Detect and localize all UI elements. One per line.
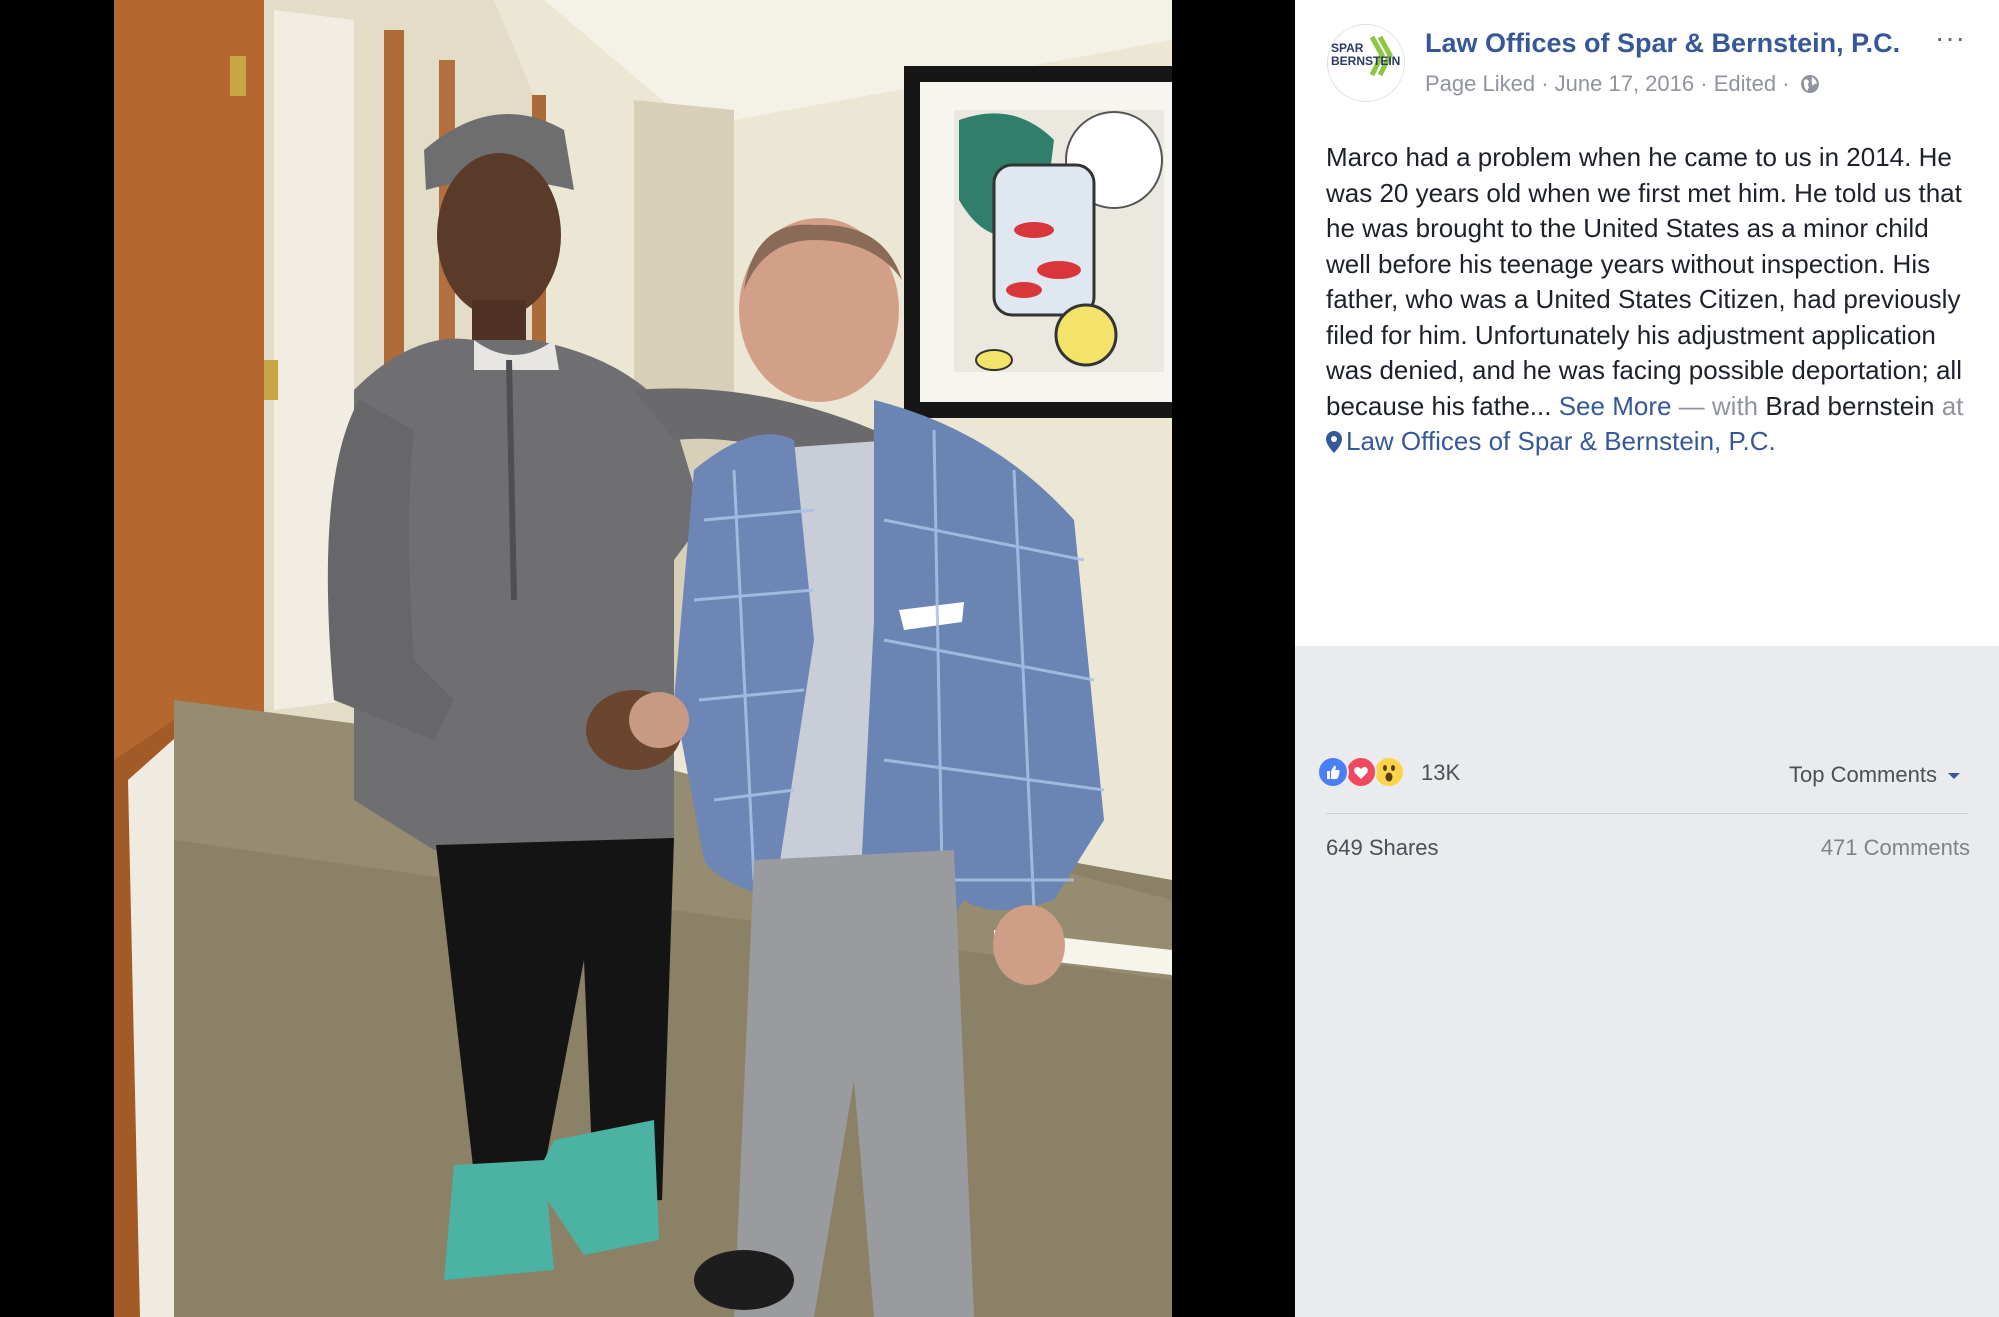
top-comments-label: Top Comments (1789, 762, 1937, 787)
wow-icon (1373, 756, 1405, 788)
like-icon (1317, 756, 1349, 788)
engagement-area (1295, 646, 1999, 1317)
post-meta: Page Liked · June 17, 2016 · Edited · (1425, 70, 1820, 97)
page-liked-status[interactable]: Page Liked (1425, 71, 1535, 96)
reaction-count[interactable]: 13K (1421, 760, 1460, 786)
location-pin-icon (1326, 431, 1342, 453)
post-options-button[interactable]: ··· (1935, 22, 1966, 54)
caret-down-icon (1948, 773, 1961, 780)
post-message: Marco had a problem when he came to us i… (1326, 142, 1962, 421)
meta-separator: · (1776, 71, 1796, 97)
comments-count-link[interactable]: 471 Comments (1821, 835, 1970, 861)
post-photo[interactable] (114, 0, 1172, 1317)
post-date-link[interactable]: June 17, 2016 (1555, 71, 1694, 96)
edited-label[interactable]: Edited (1714, 71, 1776, 96)
meta-separator: · (1694, 71, 1714, 97)
see-more-link[interactable]: See More (1559, 391, 1672, 421)
love-icon (1345, 756, 1377, 788)
with-prefix: — with (1671, 390, 1766, 421)
shares-link[interactable]: 649 Shares (1326, 835, 1439, 861)
post-side-panel: SPAR BERNSTEIN Law Offices of Spar & Ber… (1295, 0, 1999, 1317)
globe-icon[interactable] (1800, 74, 1820, 94)
top-comments-dropdown[interactable]: Top Comments (1789, 762, 1961, 788)
tagged-person-link[interactable]: Brad bernstein (1765, 391, 1934, 421)
post-body: Marco had a problem when he came to us i… (1326, 140, 1976, 460)
at-label: at (1934, 390, 1964, 421)
meta-separator: · (1535, 71, 1555, 97)
divider (1326, 813, 1968, 814)
location-link[interactable]: Law Offices of Spar & Bernstein, P.C. (1346, 426, 1776, 456)
avatar-wordmark: SPAR BERNSTEIN (1331, 42, 1400, 68)
photo-viewer (0, 0, 1295, 1317)
avatar-text-line2: BERNSTEIN (1331, 54, 1401, 68)
page-name-link[interactable]: Law Offices of Spar & Bernstein, P.C. (1425, 28, 1900, 59)
